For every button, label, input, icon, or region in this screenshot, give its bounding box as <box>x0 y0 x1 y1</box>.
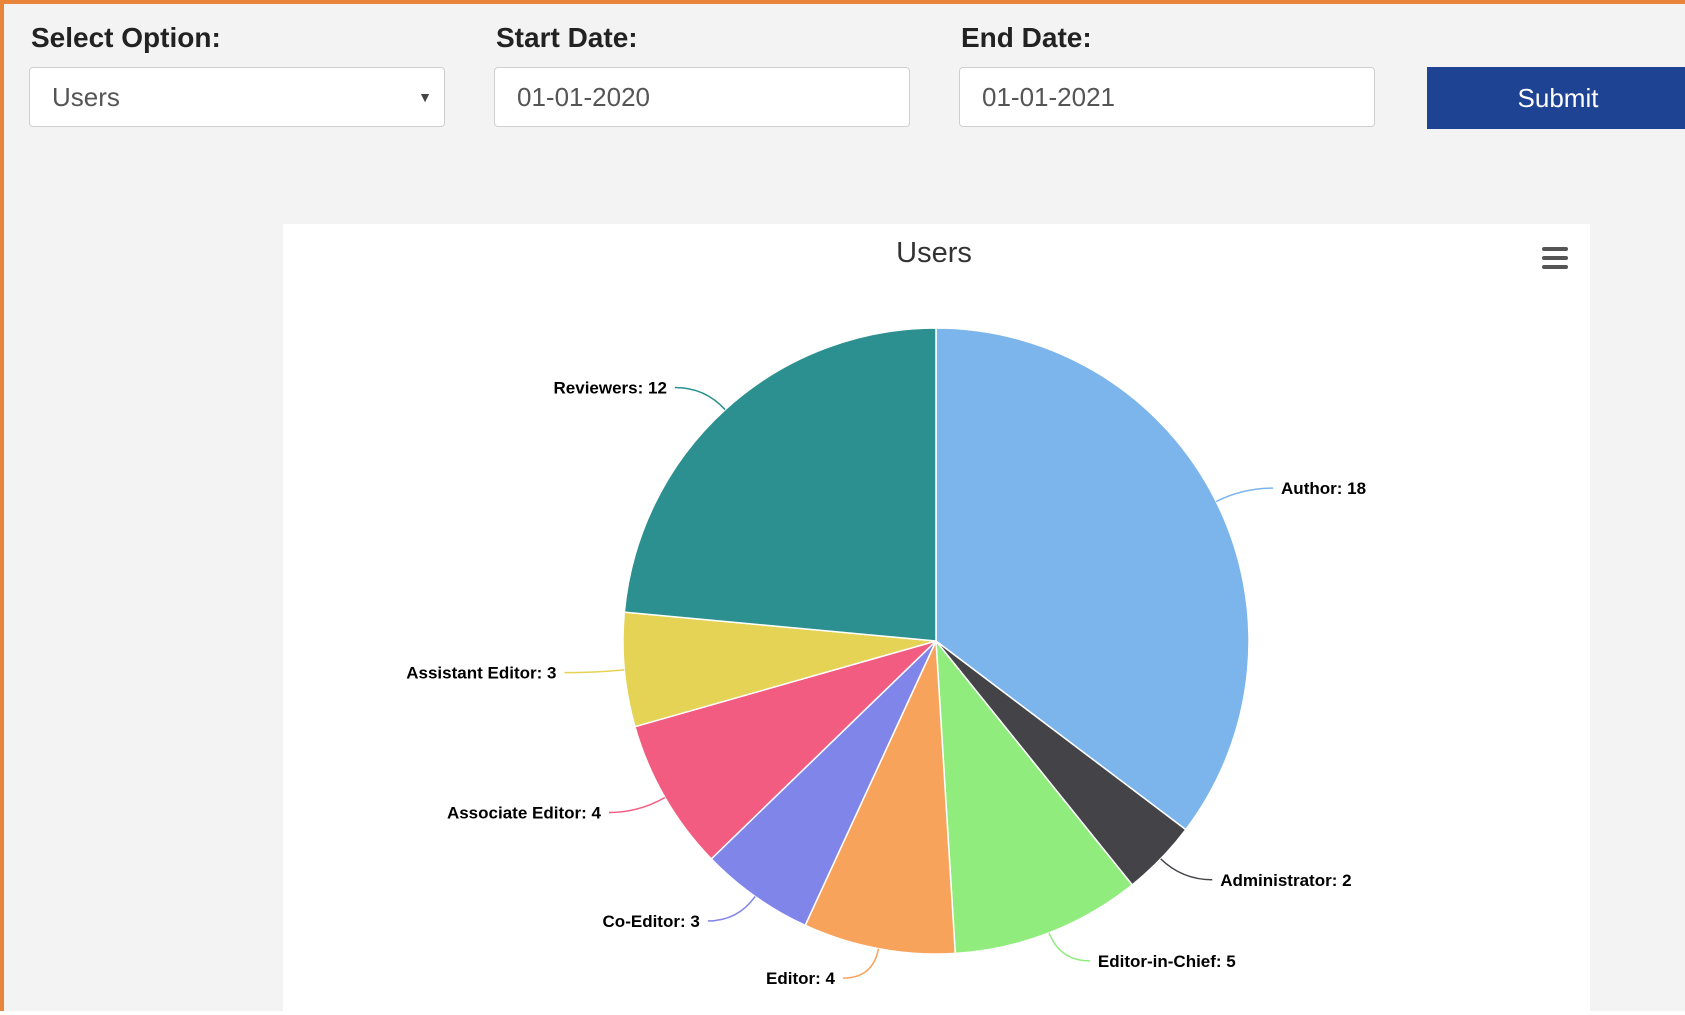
slice-connector <box>842 948 880 979</box>
data-label-editor-in-chief: Editor-in-Chief: 5 <box>1098 952 1236 971</box>
data-label-administrator: Administrator: 2 <box>1220 871 1351 890</box>
data-label-editor: Editor: 4 <box>766 969 835 988</box>
data-label-associate-editor: Associate Editor: 4 <box>447 804 602 823</box>
chart-title: Users <box>896 237 972 269</box>
data-label-co-editor: Co-Editor: 3 <box>603 912 700 931</box>
data-label-reviewers: Reviewers: 12 <box>554 379 667 398</box>
page-frame: Select Option: Users ▼ Start Date: 01-01… <box>0 0 1685 1015</box>
data-label-author: Author: 18 <box>1281 479 1366 498</box>
data-label-assistant-editor: Assistant Editor: 3 <box>406 664 556 683</box>
slice-connector <box>608 796 666 814</box>
slice-connector <box>1160 858 1213 881</box>
slice-connector <box>1048 932 1090 962</box>
slice-connector <box>674 386 726 411</box>
pie-slice-reviewers[interactable] <box>623 327 937 642</box>
slice-connector <box>707 896 756 922</box>
pie-chart: Users Author: 18 Administrator: 2 Editor-i… <box>406 237 1366 988</box>
slice-connector <box>1215 487 1274 503</box>
slice-connector <box>564 669 625 674</box>
